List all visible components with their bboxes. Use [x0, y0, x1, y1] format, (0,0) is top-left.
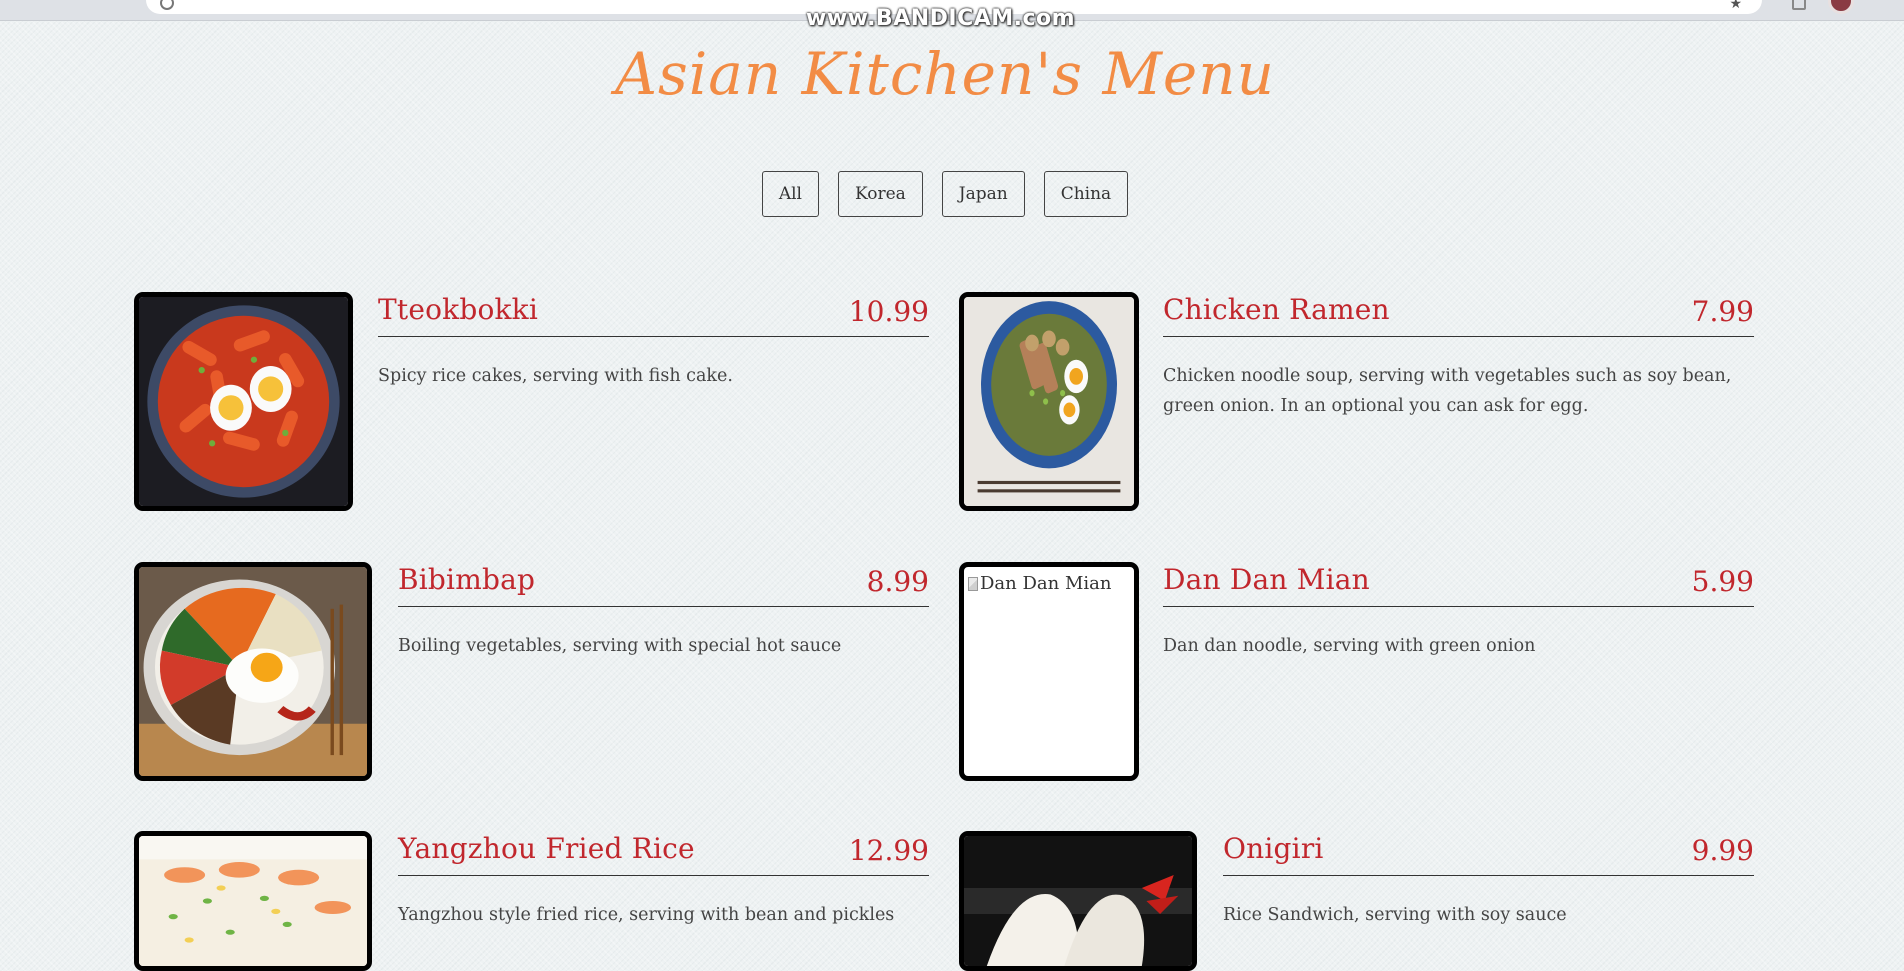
recording-watermark: www.BANDICAM.com — [806, 6, 1076, 31]
menu-item-info: Onigiri 9.99 Rice Sandwich, serving with… — [1223, 831, 1754, 930]
filter-japan-button[interactable]: Japan — [941, 171, 1025, 217]
menu-item-description: Rice Sandwich, serving with soy sauce — [1223, 905, 1567, 925]
menu-item-info: Chicken Ramen 7.99 Chicken noodle soup, … — [1163, 292, 1754, 421]
tteokbokki-image — [139, 297, 348, 506]
menu-item-photo: Dan Dan Mian — [959, 562, 1139, 781]
extensions-icon[interactable] — [1792, 0, 1806, 10]
menu-item-info: Tteokbokki 10.99 Spicy rice cakes, servi… — [378, 292, 929, 391]
filter-korea-button[interactable]: Korea — [837, 171, 923, 217]
menu-item-header: Tteokbokki 10.99 — [378, 292, 929, 337]
menu-item-name: Bibimbap — [398, 563, 536, 596]
menu-item-name: Dan Dan Mian — [1163, 563, 1370, 596]
menu-item-info: Yangzhou Fried Rice 12.99 Yangzhou style… — [398, 831, 929, 930]
category-filter-bar: All Korea Japan China — [0, 171, 1890, 217]
menu-item-name: Tteokbokki — [378, 293, 538, 326]
menu-item-header: Onigiri 9.99 — [1223, 831, 1754, 876]
menu-item-header: Chicken Ramen 7.99 — [1163, 292, 1754, 337]
url-text — [192, 0, 272, 7]
menu-item-description: Spicy rice cakes, serving with fish cake… — [378, 366, 733, 386]
filter-china-button[interactable]: China — [1043, 171, 1129, 217]
menu-item-price: 7.99 — [1691, 295, 1754, 328]
bookmark-star-icon[interactable]: ★ — [1729, 0, 1742, 12]
image-alt-text: Dan Dan Mian — [980, 573, 1112, 594]
menu-item-description: Yangzhou style fried rice, serving with … — [398, 905, 895, 925]
profile-avatar[interactable] — [1828, 0, 1854, 14]
fried-rice-image — [139, 836, 367, 966]
menu-item-price: 5.99 — [1691, 565, 1754, 598]
menu-item-description: Chicken noodle soup, serving with vegeta… — [1163, 366, 1732, 416]
menu-item-price: 10.99 — [848, 295, 929, 328]
broken-image-icon — [968, 576, 978, 591]
menu-item-header: Yangzhou Fried Rice 12.99 — [398, 831, 929, 876]
menu-item-info: Dan Dan Mian 5.99 Dan dan noodle, servin… — [1163, 562, 1754, 661]
menu-item-photo — [959, 292, 1139, 511]
menu-item-name: Onigiri — [1223, 832, 1324, 865]
chicken-ramen-image — [964, 297, 1134, 506]
page-title: Asian Kitchen's Menu — [615, 40, 1275, 108]
menu-item-header: Dan Dan Mian 5.99 — [1163, 562, 1754, 607]
menu-item-price: 8.99 — [866, 565, 929, 598]
filter-all-button[interactable]: All — [761, 171, 819, 217]
menu-item-price: 12.99 — [848, 834, 929, 867]
menu-item-photo — [959, 831, 1197, 971]
menu-item-price: 9.99 — [1691, 834, 1754, 867]
menu-item-description: Boiling vegetables, serving with special… — [398, 636, 842, 656]
broken-image: Dan Dan Mian — [968, 573, 1111, 594]
menu-item-info: Bibimbap 8.99 Boiling vegetables, servin… — [398, 562, 929, 661]
menu-item-photo — [134, 831, 372, 971]
onigiri-image — [964, 836, 1192, 966]
menu-item-name: Chicken Ramen — [1163, 293, 1390, 326]
menu-item-header: Bibimbap 8.99 — [398, 562, 929, 607]
menu-item-description: Dan dan noodle, serving with green onion — [1163, 636, 1536, 656]
menu-item-photo — [134, 562, 372, 781]
menu-item-photo — [134, 292, 353, 511]
bibimbap-image — [139, 567, 367, 776]
menu-item-name: Yangzhou Fried Rice — [398, 832, 695, 865]
site-info-icon[interactable] — [160, 0, 174, 10]
